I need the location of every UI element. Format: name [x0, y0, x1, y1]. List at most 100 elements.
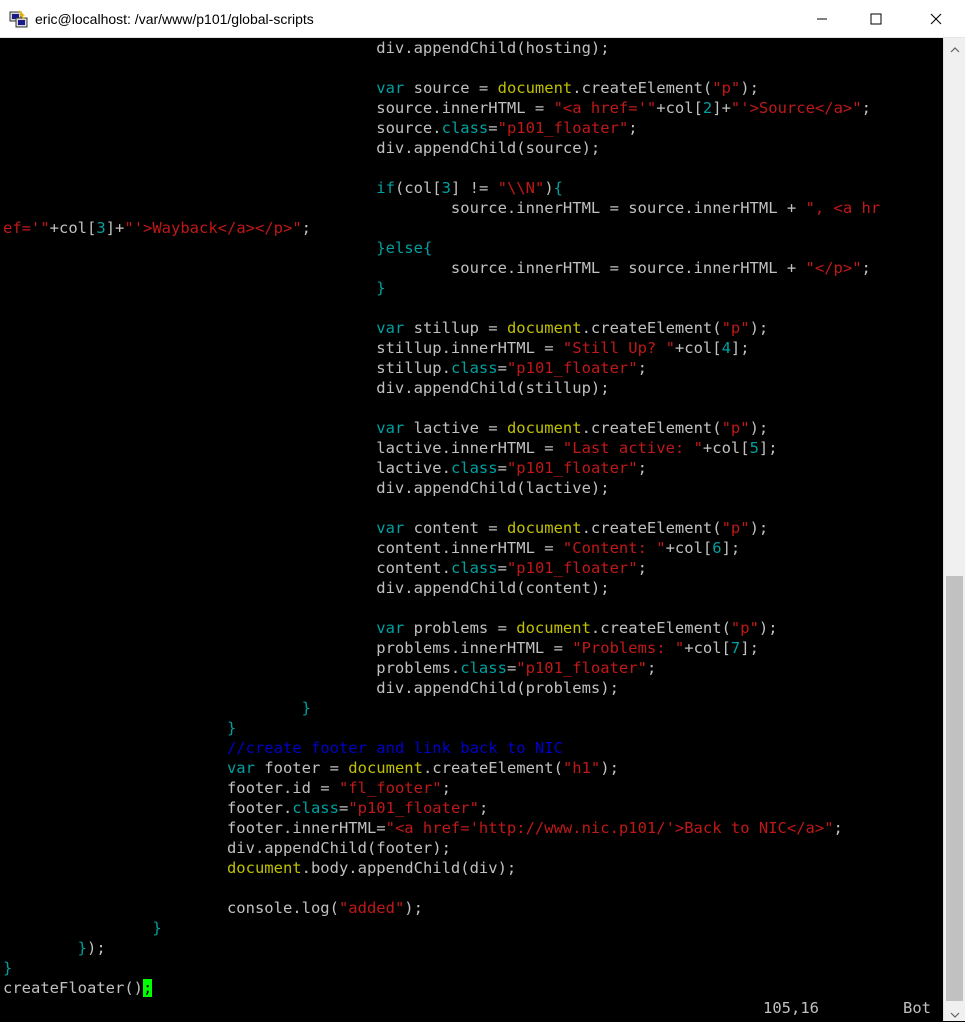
code-token: "p" [721, 419, 750, 437]
code-token: { [422, 239, 433, 257]
chevron-down-icon [950, 1003, 960, 1022]
code-line: source.class="p101_floater"; [3, 118, 637, 138]
scroll-up-button[interactable] [944, 38, 965, 56]
code-token: "p101_floater" [506, 459, 638, 477]
close-icon [930, 10, 942, 29]
scroll-down-button[interactable] [944, 1003, 965, 1021]
code-token: } [77, 939, 87, 957]
code-token: "Problems: " [572, 639, 685, 657]
code-token: ; [637, 359, 647, 377]
code-token: .createElement( [590, 619, 731, 637]
code-line: document.body.appendChild(div); [3, 858, 516, 878]
code-token: ) [544, 179, 554, 197]
code-token: var [376, 79, 405, 97]
code-token: ); [404, 899, 423, 917]
minimize-button[interactable] [795, 0, 849, 38]
code-line: lactive.innerHTML = "Last active: "+col[… [3, 438, 777, 458]
code-token: 7 [730, 639, 741, 657]
code-token: div.appendChild(content); [3, 579, 610, 597]
code-token: stillup. [3, 359, 451, 377]
code-token: = [338, 799, 349, 817]
code-token: .createElement( [581, 419, 722, 437]
code-token: source.innerHTML = source.innerHTML + [3, 199, 806, 217]
code-token: "p101_floater" [516, 659, 647, 677]
code-token: source.innerHTML = source.innerHTML + [3, 259, 806, 277]
code-token: 3 [96, 219, 106, 237]
code-token: ; [833, 819, 843, 837]
code-line: source.innerHTML = "<a href='"+col[2]+"'… [3, 98, 871, 118]
code-token: } [376, 239, 386, 257]
status-line: 105,16 Bot [3, 998, 933, 1018]
code-line: var footer = document.createElement("h1"… [3, 758, 619, 778]
code-token: "Last active: " [562, 439, 703, 457]
code-line: div.appendChild(footer); [3, 838, 451, 858]
code-token: "<a href='http://www.nic.p101/'>Back to … [385, 819, 834, 837]
code-line: createFloater(); [3, 978, 153, 998]
code-token: .createElement( [572, 79, 713, 97]
code-token: 5 [749, 439, 759, 457]
code-line: }); [3, 938, 106, 958]
code-token: } [3, 959, 13, 977]
code-token: div.appendChild(hosting); [3, 39, 610, 57]
code-token: ]; [730, 339, 750, 357]
code-line: problems.innerHTML = "Problems: "+col[7]… [3, 638, 759, 658]
close-button[interactable] [906, 0, 965, 38]
code-line: var stillup = document.createElement("p"… [3, 318, 768, 338]
code-token: source.innerHTML = [3, 99, 554, 117]
code-line: var content = document.createElement("p"… [3, 518, 768, 538]
code-token: .body.appendChild(div); [301, 859, 517, 877]
code-token: "<a href='" [553, 99, 657, 117]
code-token: createFloater() [3, 979, 143, 997]
code-token: "'>Wayback</a></p>" [124, 219, 302, 237]
code-token: } [376, 279, 386, 297]
code-token: footer. [3, 799, 293, 817]
title-bar[interactable]: eric@localhost: /var/www/p101/global-scr… [0, 0, 965, 38]
code-token: document [516, 619, 591, 637]
code-token: ]; [721, 539, 741, 557]
code-token: ; [637, 559, 647, 577]
code-line: div.appendChild(source); [3, 138, 600, 158]
code-token: class [450, 559, 498, 577]
scroll-thumb[interactable] [946, 576, 963, 1001]
code-line: } [3, 918, 161, 938]
scroll-indicator: Bot [903, 999, 931, 1017]
code-token: ; [861, 259, 871, 277]
code-token: "'>Source</a>" [730, 99, 862, 117]
code-token: document [348, 759, 423, 777]
code-token: lactive.innerHTML = [3, 439, 563, 457]
code-token: "p" [721, 319, 750, 337]
code-token: var [376, 519, 405, 537]
code-token: ]; [740, 639, 759, 657]
code-line: var problems = document.createElement("p… [3, 618, 777, 638]
code-line: footer.innerHTML="<a href='http://www.ni… [3, 818, 843, 838]
code-token: +col[ [656, 99, 703, 117]
code-token: ", <a hr [805, 199, 881, 217]
code-token: = [497, 559, 507, 577]
code-token: content. [3, 559, 451, 577]
code-token: var [376, 419, 405, 437]
code-token: class [450, 359, 498, 377]
vertical-scrollbar[interactable] [943, 38, 965, 1021]
code-line: } [3, 718, 236, 738]
terminal-area[interactable]: div.appendChild(hosting); var source = d… [0, 38, 943, 1021]
code-token: //create footer and link back to NIC [226, 739, 563, 757]
code-line: } [3, 278, 386, 298]
code-token: ef='" [3, 219, 50, 237]
code-line: }else{ [3, 238, 432, 258]
maximize-button[interactable] [849, 0, 903, 38]
code-line: stillup.innerHTML = "Still Up? "+col[4]; [3, 338, 750, 358]
code-token: +col[ [49, 219, 97, 237]
code-line: div.appendChild(hosting); [3, 38, 610, 58]
code-line: content.innerHTML = "Content: "+col[6]; [3, 538, 740, 558]
putty-icon[interactable] [9, 9, 29, 29]
code-token: lactive = [404, 419, 507, 437]
minimize-icon [816, 10, 828, 29]
code-token: problems.innerHTML = [3, 639, 573, 657]
